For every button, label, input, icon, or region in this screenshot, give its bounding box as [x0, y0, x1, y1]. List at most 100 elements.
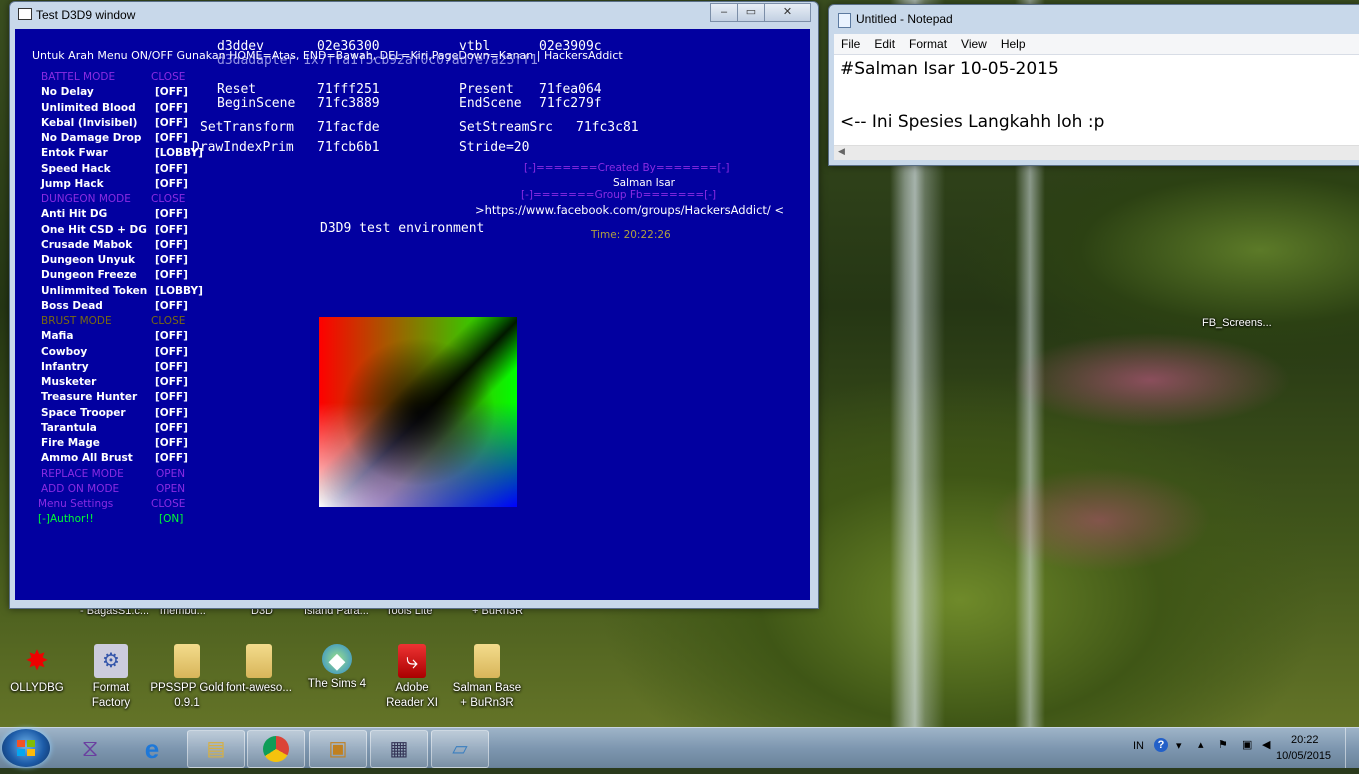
menu-item-label[interactable]: BRUST MODE — [41, 315, 112, 327]
menu-item-value[interactable]: [OFF] — [155, 224, 188, 236]
taskbar-chrome[interactable] — [247, 730, 305, 768]
menu-item-label[interactable]: Ammo All Brust — [41, 452, 133, 464]
menu-item-label[interactable]: No Damage Drop — [41, 132, 141, 144]
close-button[interactable]: ✕ — [764, 3, 811, 22]
desktop-icon-ppsspp[interactable]: PPSSPP Gold 0.9.1 — [150, 644, 224, 711]
notepad-horizontal-scrollbar[interactable]: ◀ — [834, 145, 1359, 160]
maximize-button[interactable]: ▭ — [737, 3, 765, 22]
taskbar-paint[interactable]: ▣ — [309, 730, 367, 768]
menu-item-label[interactable]: ADD ON MODE — [41, 483, 119, 495]
desktop-label-fb-screens[interactable]: FB_Screens... — [1202, 316, 1272, 330]
menu-item-label[interactable]: Dungeon Unyuk — [41, 254, 135, 266]
start-button[interactable] — [2, 729, 50, 767]
menu-item-value[interactable]: [OFF] — [155, 330, 188, 342]
menu-item-label[interactable]: Unlimmited Token — [41, 285, 147, 297]
menu-item-label[interactable]: Cowboy — [41, 346, 87, 358]
volume-icon[interactable]: ◀ — [1262, 738, 1270, 751]
menu-item-value[interactable]: [OFF] — [155, 452, 188, 464]
menu-item-value[interactable]: [OFF] — [155, 300, 188, 312]
desktop-icon-format-factory[interactable]: ⚙ Format Factory — [74, 644, 148, 711]
d3d9-render-area[interactable]: d3ddev 02e36300 vtbl 02e3909c d3dadapter… — [15, 29, 810, 600]
taskbar-internet-explorer[interactable]: e — [123, 730, 181, 768]
menu-format[interactable]: Format — [902, 34, 954, 54]
notepad-text-area[interactable]: #Salman Isar 10-05-2015 <-- Ini Spesies … — [834, 55, 1359, 145]
menu-item-label[interactable]: BATTEL MODE — [41, 71, 115, 83]
menu-item-label[interactable]: Entok Fwar — [41, 147, 108, 159]
menu-item-value[interactable]: [OFF] — [155, 269, 188, 281]
menu-item-label[interactable]: Kebal (Invisibel) — [41, 117, 137, 129]
menu-item-label[interactable]: Unlimited Blood — [41, 102, 136, 114]
credits-group-url[interactable]: >https://www.facebook.com/groups/Hackers… — [475, 203, 784, 217]
d3d9-titlebar[interactable]: Test D3D9 window – ▭ ✕ — [10, 2, 818, 26]
menu-item-value[interactable]: [OFF] — [155, 86, 188, 98]
menu-item-label[interactable]: DUNGEON MODE — [41, 193, 131, 205]
menu-item-value[interactable]: OPEN — [156, 468, 185, 480]
menu-item-value[interactable]: [OFF] — [155, 163, 188, 175]
menu-item-value[interactable]: CLOSE — [151, 315, 185, 327]
taskbar-notepad[interactable]: ▱ — [431, 730, 489, 768]
menu-item-label[interactable]: Tarantula — [41, 422, 97, 434]
menu-item-label[interactable]: Menu Settings — [38, 498, 113, 510]
menu-item-value[interactable]: CLOSE — [151, 498, 185, 510]
taskbar-visual-studio[interactable]: ⧖ — [61, 730, 119, 768]
menu-item-value[interactable]: [OFF] — [155, 407, 188, 419]
action-center-flag-icon[interactable]: ⚑ — [1218, 738, 1228, 751]
desktop-icon-salman-base[interactable]: Salman Base + BuRn3R — [450, 644, 524, 711]
taskbar-explorer[interactable]: ▤ — [187, 730, 245, 768]
menu-edit[interactable]: Edit — [867, 34, 902, 54]
d3d9-window[interactable]: Test D3D9 window – ▭ ✕ d3ddev 02e36300 v… — [9, 1, 819, 609]
clock-date[interactable]: 10/05/2015 — [1276, 750, 1331, 762]
menu-item-label[interactable]: REPLACE MODE — [41, 468, 124, 480]
menu-item-value[interactable]: [OFF] — [155, 117, 188, 129]
menu-help[interactable]: Help — [994, 34, 1033, 54]
menu-item-value[interactable]: [OFF] — [155, 178, 188, 190]
menu-item-value[interactable]: [LOBBY] — [155, 285, 203, 297]
menu-item-label[interactable]: One Hit CSD + DG — [41, 224, 147, 236]
menu-item-value[interactable]: [OFF] — [155, 239, 188, 251]
desktop-icon-sims4[interactable]: ◆ The Sims 4 — [300, 644, 374, 692]
help-icon[interactable]: ? — [1154, 738, 1168, 752]
menu-item-value[interactable]: [LOBBY] — [155, 147, 203, 159]
desktop-icon-font-awesome[interactable]: font-aweso... — [222, 644, 296, 696]
menu-item-label[interactable]: Musketer — [41, 376, 96, 388]
menu-item-label[interactable]: Treasure Hunter — [41, 391, 137, 403]
menu-item-label[interactable]: Anti Hit DG — [41, 208, 107, 220]
menu-item-label[interactable]: Jump Hack — [41, 178, 104, 190]
menu-item-value[interactable]: [OFF] — [155, 361, 188, 373]
desktop-icon-ollydbg[interactable]: ✸ OLLYDBG — [0, 644, 74, 696]
menu-item-label[interactable]: Infantry — [41, 361, 89, 373]
network-icon[interactable]: ▣ — [1242, 738, 1252, 751]
menu-file[interactable]: File — [834, 34, 867, 54]
menu-item-value[interactable]: [OFF] — [155, 346, 188, 358]
keyboard-icon[interactable]: ▾ — [1176, 739, 1182, 752]
menu-view[interactable]: View — [954, 34, 994, 54]
menu-item-value[interactable]: CLOSE — [151, 193, 185, 205]
menu-item-value[interactable]: [OFF] — [155, 254, 188, 266]
minimize-button[interactable]: – — [710, 3, 738, 22]
menu-item-label[interactable]: Speed Hack — [41, 163, 111, 175]
menu-item-label[interactable]: Fire Mage — [41, 437, 100, 449]
language-indicator[interactable]: IN — [1133, 740, 1144, 752]
menu-item-value[interactable]: [OFF] — [155, 376, 188, 388]
menu-item-value[interactable]: OPEN — [156, 483, 185, 495]
menu-item-label[interactable]: Dungeon Freeze — [41, 269, 137, 281]
menu-item-label[interactable]: No Delay — [41, 86, 94, 98]
desktop-icon-adobe-reader[interactable]: ⤷ Adobe Reader XI — [375, 644, 449, 711]
menu-item-label[interactable]: Space Trooper — [41, 407, 126, 419]
show-desktop-button[interactable] — [1345, 728, 1359, 768]
notepad-window[interactable]: Untitled - Notepad File Edit Format View Hel… — [828, 4, 1359, 166]
menu-item-value[interactable]: [OFF] — [155, 422, 188, 434]
show-hidden-icons-icon[interactable]: ▴ — [1198, 738, 1204, 751]
menu-item-label[interactable]: [-]Author!! — [38, 513, 94, 525]
scroll-left-icon[interactable]: ◀ — [838, 146, 845, 157]
menu-item-value[interactable]: CLOSE — [151, 71, 185, 83]
taskbar-document[interactable]: ▦ — [370, 730, 428, 768]
menu-item-value[interactable]: [OFF] — [155, 391, 188, 403]
menu-item-value[interactable]: [OFF] — [155, 102, 188, 114]
menu-item-value[interactable]: [ON] — [159, 513, 183, 525]
menu-item-value[interactable]: [OFF] — [155, 437, 188, 449]
menu-item-label[interactable]: Crusade Mabok — [41, 239, 132, 251]
menu-item-value[interactable]: [OFF] — [155, 132, 188, 144]
menu-item-value[interactable]: [OFF] — [155, 208, 188, 220]
menu-item-label[interactable]: Boss Dead — [41, 300, 103, 312]
